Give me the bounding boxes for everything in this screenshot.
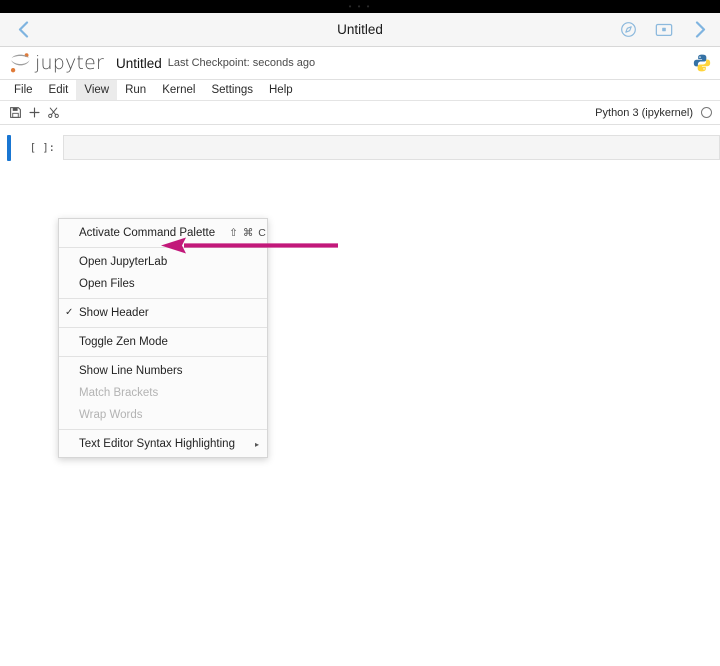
menu-item-activate-command-palette[interactable]: Activate Command Palette ⇧ ⌘ C xyxy=(59,222,267,244)
menu-item-label: Text Editor Syntax Highlighting xyxy=(79,438,235,450)
menubar-item-file[interactable]: File xyxy=(6,80,41,100)
menu-item-toggle-zen-mode[interactable]: Toggle Zen Mode xyxy=(59,331,267,353)
scissors-icon xyxy=(48,107,59,119)
jupyter-logo-icon xyxy=(10,53,30,73)
jupyter-logo[interactable]: jupyter xyxy=(8,51,104,75)
notebook-cell[interactable]: [ ]: xyxy=(0,125,720,161)
notebook-title[interactable]: Untitled xyxy=(116,56,162,71)
menu-separator xyxy=(59,298,267,299)
view-dropdown-menu: Activate Command Palette ⇧ ⌘ C Open Jupy… xyxy=(58,218,268,458)
menubar-item-kernel[interactable]: Kernel xyxy=(154,80,203,100)
status-bar-dots: • • • xyxy=(348,1,372,11)
browser-toolbar-actions xyxy=(618,20,710,40)
menu-item-label: Open Files xyxy=(79,278,135,290)
save-button[interactable] xyxy=(6,103,25,122)
browser-page-title: Untitled xyxy=(337,22,383,37)
menu-item-open-jupyterlab[interactable]: Open JupyterLab xyxy=(59,251,267,273)
menu-separator xyxy=(59,356,267,357)
menu-item-label: Match Brackets xyxy=(79,387,159,399)
toolbar-kernel-area: Python 3 (ipykernel) xyxy=(595,107,714,119)
menu-item-text-editor-syntax-highlighting[interactable]: Text Editor Syntax Highlighting ▸ xyxy=(59,433,267,455)
menu-separator xyxy=(59,247,267,248)
cut-cell-button[interactable] xyxy=(44,103,63,122)
menu-item-label: Show Header xyxy=(79,307,149,319)
menu-item-label: Activate Command Palette xyxy=(79,227,216,239)
browser-toolbar: Untitled xyxy=(0,13,720,47)
menu-separator xyxy=(59,429,267,430)
submenu-chevron-right-icon: ▸ xyxy=(254,439,259,449)
menu-item-wrap-words: Wrap Words xyxy=(59,404,267,426)
jupyter-header: jupyter Untitled Last Checkpoint: second… xyxy=(0,47,720,80)
browser-forward-button[interactable] xyxy=(690,20,710,40)
menu-item-show-line-numbers[interactable]: Show Line Numbers xyxy=(59,360,267,382)
jupyter-logo-text: jupyter xyxy=(35,52,104,74)
menubar-item-help[interactable]: Help xyxy=(261,80,301,100)
save-icon xyxy=(10,107,21,118)
plus-icon xyxy=(29,107,40,118)
checkmark-icon: ✓ xyxy=(65,307,74,318)
jupyter-header-right xyxy=(692,53,712,73)
chevron-left-icon xyxy=(18,21,28,38)
python-logo-icon xyxy=(693,54,711,72)
menu-item-show-header[interactable]: ✓ Show Header xyxy=(59,302,267,324)
menubar-item-settings[interactable]: Settings xyxy=(203,80,261,100)
insert-cell-button[interactable] xyxy=(25,103,44,122)
menu-item-match-brackets: Match Brackets xyxy=(59,382,267,404)
menubar-item-run[interactable]: Run xyxy=(117,80,154,100)
menu-item-label: Toggle Zen Mode xyxy=(79,336,168,348)
compass-icon[interactable] xyxy=(618,20,638,40)
menu-item-open-files[interactable]: Open Files xyxy=(59,273,267,295)
menu-item-shortcut: ⇧ ⌘ C xyxy=(229,227,267,239)
tab-overview-icon[interactable] xyxy=(654,20,674,40)
kernel-idle-circle-icon xyxy=(701,107,712,118)
menu-separator xyxy=(59,327,267,328)
cell-code-input[interactable] xyxy=(63,135,720,160)
browser-back-button[interactable] xyxy=(10,17,36,43)
notebook-toolbar: Python 3 (ipykernel) xyxy=(0,101,720,125)
menu-item-label: Show Line Numbers xyxy=(79,365,183,377)
menubar-item-edit[interactable]: Edit xyxy=(41,80,77,100)
jupyter-menubar: File Edit View Run Kernel Settings Help xyxy=(0,80,720,101)
last-checkpoint-label: Last Checkpoint: seconds ago xyxy=(167,57,316,69)
notebook-canvas: [ ]: Activate Command Palette ⇧ ⌘ C Open… xyxy=(0,125,720,666)
ios-status-bar: • • • xyxy=(0,0,720,13)
menu-item-label: Wrap Words xyxy=(79,409,143,421)
cell-execution-prompt: [ ]: xyxy=(29,142,55,154)
menubar-item-view[interactable]: View xyxy=(76,80,118,100)
kernel-name-label[interactable]: Python 3 (ipykernel) xyxy=(595,107,693,119)
chevron-right-icon xyxy=(695,21,705,38)
menu-item-label: Open JupyterLab xyxy=(79,256,168,268)
